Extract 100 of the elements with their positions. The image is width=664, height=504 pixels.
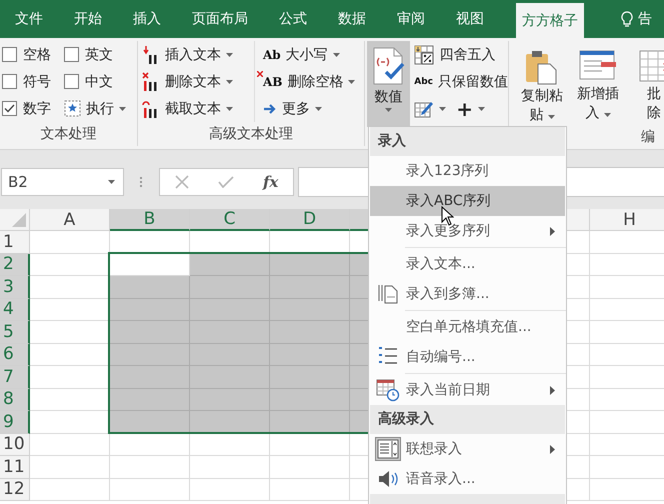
selected-cell[interactable] [270,344,350,366]
row-header[interactable]: 8 [0,388,30,411]
ribbon-tab[interactable]: 页面布局 [177,0,263,38]
menu-item[interactable]: 录入文本... [370,249,565,279]
number-button[interactable]: 数值 [367,41,410,127]
ribbon-tab[interactable]: 插入 [118,0,176,38]
cell[interactable] [110,478,190,501]
ribbon-button[interactable]: 新增插 入 [571,41,625,125]
checkbox[interactable] [2,47,17,62]
ribbon-button[interactable]: Abc 只保留数值 [414,68,508,95]
cell[interactable] [190,434,270,456]
menu-item[interactable]: 录入当前日期 [370,375,565,405]
cell[interactable] [30,231,110,254]
cancel-icon[interactable] [174,174,189,188]
row-header[interactable]: 3 [0,276,30,298]
ribbon-tab[interactable]: 文件 [0,0,58,38]
row-header[interactable]: 6 [0,344,30,366]
ribbon-tab[interactable]: 数据 [323,0,381,38]
selected-cell[interactable] [110,298,190,321]
menu-item[interactable]: 录入到多簿... [370,279,565,309]
ribbon-button[interactable]: 删除文本 [142,68,254,95]
ribbon-button[interactable]: Ab 大小写 [263,41,356,68]
row-header[interactable]: 10 [0,434,30,456]
column-header[interactable]: A [30,209,110,231]
ribbon-tab[interactable]: 视图 [441,0,499,38]
row-header[interactable]: 7 [0,366,30,388]
ribbon-button[interactable]: 截取文本 [142,95,254,122]
column-header[interactable]: H [590,209,664,231]
ribbon-button[interactable]: AB 删除空格 [263,68,356,95]
cell[interactable] [270,478,350,501]
cell[interactable] [30,434,110,456]
selected-cell[interactable] [110,411,190,434]
selected-cell[interactable] [270,276,350,298]
menu-item[interactable]: 空白单元格填充值... [370,312,565,342]
menu-item[interactable]: 录入123序列 [370,156,565,186]
ribbon-tab[interactable]: 公式 [264,0,322,38]
column-header[interactable]: C [190,209,270,231]
cell[interactable] [190,456,270,478]
menu-item[interactable]: 自动编号... [370,342,565,372]
add-button[interactable]: + [456,95,486,122]
selected-cell[interactable] [270,321,350,344]
cell[interactable] [30,456,110,478]
checkbox-label: 符号 [23,72,51,90]
cell[interactable] [110,456,190,478]
selected-cell[interactable] [190,366,270,388]
column-header[interactable]: D [270,209,350,231]
row-header[interactable]: 2 [0,254,30,276]
selected-cell[interactable] [190,411,270,434]
row-header[interactable]: 5 [0,321,30,344]
active-cell[interactable] [110,254,190,276]
selected-cell[interactable] [270,388,350,411]
row-header[interactable]: 12 [0,478,30,501]
ribbon-tab[interactable]: 方方格子 [516,3,584,38]
row-header[interactable]: 11 [0,456,30,478]
ribbon-tab[interactable]: 审阅 [382,0,440,38]
checkbox[interactable] [64,74,79,89]
tell-me-button[interactable]: 告 [621,0,652,38]
selected-cell[interactable] [110,344,190,366]
selected-cell[interactable] [190,388,270,411]
ribbon-button[interactable]: 批 除 [627,41,664,125]
selected-cell[interactable] [110,321,190,344]
checkbox[interactable] [2,74,17,89]
menu-item[interactable]: 语音录入... [370,464,565,494]
documents-icon [377,283,399,305]
selected-cell[interactable] [110,388,190,411]
selected-cell[interactable] [110,276,190,298]
menu-item[interactable]: 录入ABC序列 [370,186,565,216]
ribbon-tab[interactable]: 开始 [59,0,117,38]
row-header[interactable]: 9 [0,411,30,434]
cell[interactable] [110,434,190,456]
selected-cell[interactable] [190,321,270,344]
cell[interactable] [190,478,270,501]
selected-cell[interactable] [190,254,270,276]
ribbon-button[interactable]: 复制粘 贴 [515,41,569,125]
cell[interactable] [270,456,350,478]
run-button[interactable]: 执行 [64,95,136,122]
row-header[interactable]: 1 [0,231,30,254]
selected-cell[interactable] [270,411,350,434]
selected-cell[interactable] [270,254,350,276]
selected-cell[interactable] [190,298,270,321]
name-box[interactable]: B2 [1,168,124,196]
checkbox[interactable] [64,47,79,62]
selected-cell[interactable] [110,366,190,388]
ribbon-button[interactable]: 插入文本 [142,41,254,68]
select-all-icon[interactable] [12,213,26,227]
menu-item[interactable]: 录入更多序列 [370,216,565,246]
selected-cell[interactable] [190,344,270,366]
enter-icon[interactable] [218,176,234,188]
insert-function-button[interactable]: fx [262,172,278,190]
row-header[interactable]: 4 [0,298,30,321]
ribbon-button[interactable]: 四舍五入 [414,41,508,68]
cell[interactable] [30,478,110,501]
menu-item[interactable]: 联想录入 [370,434,565,464]
selected-cell[interactable] [270,298,350,321]
cell[interactable] [270,434,350,456]
checkbox[interactable] [2,101,17,116]
selected-cell[interactable] [270,366,350,388]
ribbon-button[interactable]: 更多 [263,95,356,122]
column-header[interactable]: B [110,209,190,231]
selected-cell[interactable] [190,276,270,298]
